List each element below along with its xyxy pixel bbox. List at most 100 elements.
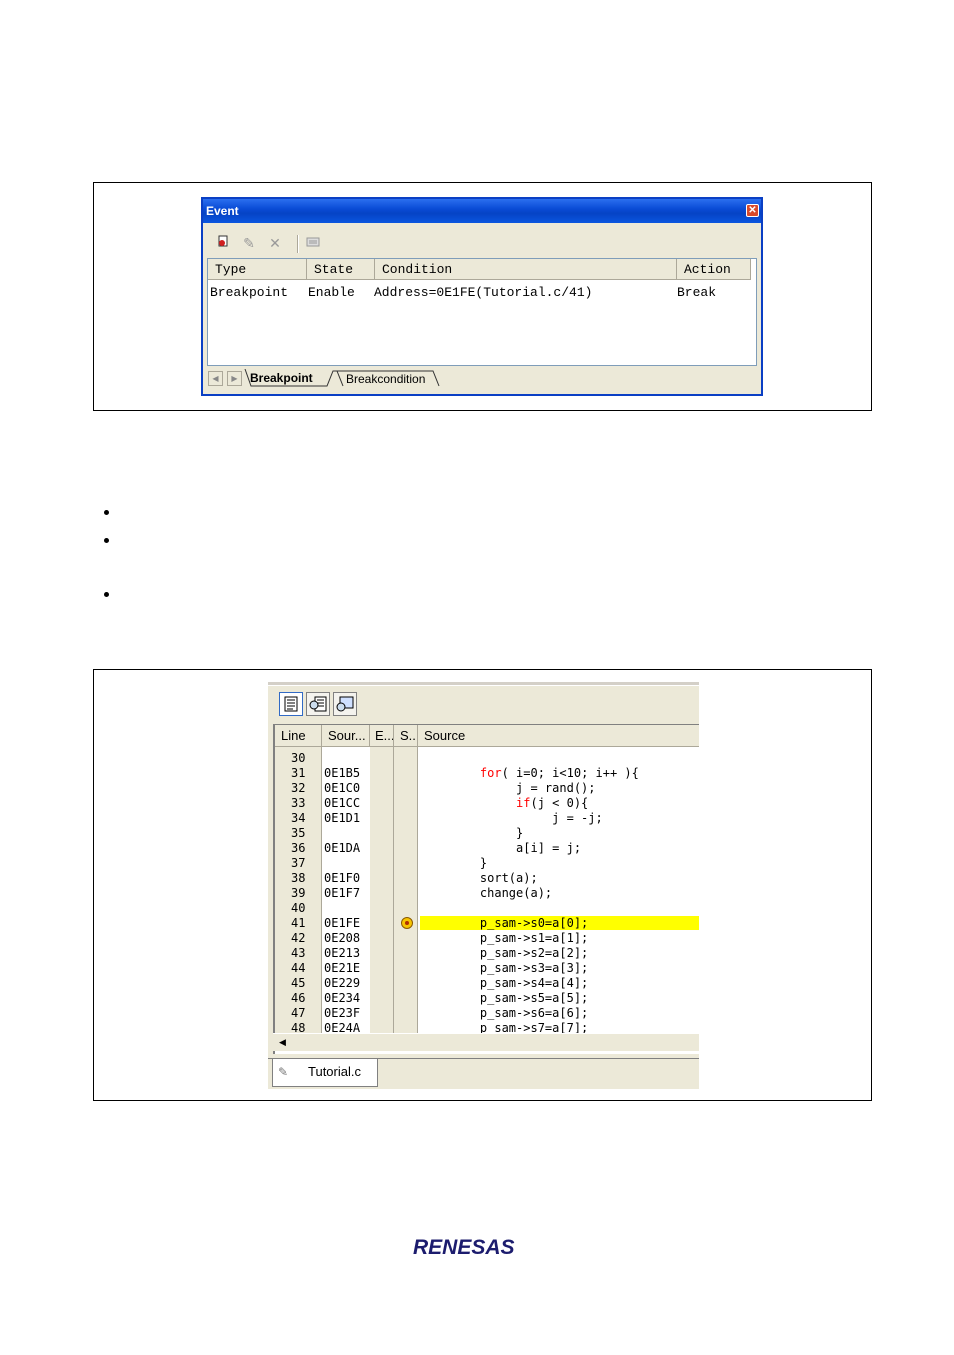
source-address: 0E1DA — [324, 841, 361, 855]
source-code: p_sam->s2=a[2]; — [451, 946, 589, 960]
edit-icon[interactable]: ✎ — [239, 233, 259, 253]
cell-action[interactable]: Break — [677, 285, 716, 301]
source-editor-window: Line Sour... E... S... Source 30 31 0E1B5 … — [268, 682, 699, 1089]
column-header-status[interactable]: S... — [394, 725, 418, 747]
tab-label: Tutorial.c — [308, 1064, 361, 1079]
tab-breakcondition[interactable]: Breakcondition — [346, 370, 425, 388]
scroll-left-arrow-icon[interactable]: ◀ — [275, 1035, 290, 1050]
keyword: if — [516, 796, 531, 810]
column-header-type[interactable]: Type — [208, 259, 307, 280]
source-address: 0E1FE — [324, 916, 361, 930]
code-row[interactable]: 30 — [275, 751, 699, 766]
source-address: 0E1CC — [324, 796, 361, 810]
line-number: 45 — [291, 976, 306, 990]
source-code: p_sam->s0=a[0]; — [451, 916, 589, 930]
tab-tutorial-c[interactable]: ✎ Tutorial.c — [272, 1059, 378, 1087]
line-number: 40 — [291, 901, 306, 915]
column-header-line[interactable]: Line — [275, 725, 322, 747]
code-row[interactable]: 47 0E23F p_sam->s6=a[6]; — [275, 1006, 699, 1021]
column-header-source[interactable]: Source — [418, 725, 699, 747]
delete-icon[interactable]: ✕ — [265, 233, 285, 253]
source-code: for( i=0; i<10; i++ ){ — [479, 766, 639, 780]
column-header-condition[interactable]: Condition — [375, 259, 677, 280]
code-row[interactable]: 32 0E1C0 j = rand(); — [275, 781, 699, 796]
tab-scroll-right-icon[interactable]: ▶ — [227, 371, 242, 386]
line-number: 33 — [291, 796, 306, 810]
source-address: 0E1C0 — [324, 781, 361, 795]
file-tab-icon: ✎ — [278, 1065, 289, 1079]
renesas-logo: RENESAS — [413, 1236, 515, 1259]
line-number: 36 — [291, 841, 306, 855]
window-title: Event — [206, 204, 239, 218]
line-number: 43 — [291, 946, 306, 960]
code-row[interactable]: 38 0E1F0 sort(a); — [275, 871, 699, 886]
line-number: 31 — [291, 766, 306, 780]
program-counter-breakpoint-icon[interactable] — [401, 917, 413, 929]
source-code: p_sam->s5=a[5]; — [451, 991, 589, 1005]
source-address: 0E234 — [324, 991, 361, 1005]
line-number: 47 — [291, 1006, 306, 1020]
code-row[interactable]: 35 } — [275, 826, 699, 841]
source-code: } — [451, 856, 488, 870]
cell-condition[interactable]: Address=0E1FE(Tutorial.c/41) — [374, 285, 592, 301]
keyword: for — [479, 766, 502, 780]
mixed-mode-icon[interactable] — [306, 692, 330, 716]
code-row[interactable]: 40 — [275, 901, 699, 916]
code-row[interactable]: 46 0E234 p_sam->s5=a[5]; — [275, 991, 699, 1006]
source-mode-icon[interactable] — [279, 692, 303, 716]
window-title-bar[interactable]: Event ✕ — [203, 199, 761, 223]
horizontal-scrollbar[interactable]: ◀ — [273, 1033, 699, 1051]
editor-tab-bar: ✎ Tutorial.c — [268, 1058, 699, 1089]
editor-pane[interactable]: Line Sour... E... S... Source 30 31 0E1B5 … — [273, 724, 699, 1054]
bullet-point — [104, 538, 109, 543]
code-row[interactable]: 36 0E1DA a[i] = j; — [275, 841, 699, 856]
source-code: p_sam->s1=a[1]; — [451, 931, 589, 945]
source-address: 0E1F0 — [324, 871, 361, 885]
code-row[interactable]: 34 0E1D1 j = -j; — [275, 811, 699, 826]
line-number: 32 — [291, 781, 306, 795]
column-header-source-address[interactable]: Sour... — [322, 725, 370, 747]
code-row[interactable]: 42 0E208 p_sam->s1=a[1]; — [275, 931, 699, 946]
code-row[interactable]: 43 0E213 p_sam->s2=a[2]; — [275, 946, 699, 961]
editor-top-border — [268, 682, 699, 686]
tab-breakpoint[interactable]: Breakpoint — [250, 369, 313, 387]
code-row[interactable]: 37 } — [275, 856, 699, 871]
event-tab-bar: ◀ ▶ Breakpoint Breakcondition — [207, 369, 757, 389]
source-code: p_sam->s3=a[3]; — [451, 961, 589, 975]
properties-icon[interactable] — [303, 233, 323, 253]
cell-type[interactable]: Breakpoint — [210, 285, 288, 301]
event-toolbar: ✎ ✕ — [209, 233, 749, 255]
column-header-action[interactable]: Action — [677, 259, 751, 280]
breakpoint-list[interactable]: Type State Condition Action Breakpoint E… — [207, 258, 757, 366]
tab-scroll-left-icon[interactable]: ◀ — [208, 371, 223, 386]
source-address: 0E1D1 — [324, 811, 361, 825]
line-number: 35 — [291, 826, 306, 840]
line-number: 42 — [291, 931, 306, 945]
disassembly-mode-icon[interactable] — [333, 692, 357, 716]
column-header-state[interactable]: State — [307, 259, 375, 280]
toolbar-separator — [297, 235, 299, 253]
line-number: 39 — [291, 886, 306, 900]
code-row[interactable]: 44 0E21E p_sam->s3=a[3]; — [275, 961, 699, 976]
line-number: 41 — [291, 916, 306, 930]
line-number: 46 — [291, 991, 306, 1005]
cell-state[interactable]: Enable — [308, 285, 355, 301]
line-number: 30 — [291, 751, 306, 765]
source-address: 0E1F7 — [324, 886, 361, 900]
source-address: 0E21E — [324, 961, 361, 975]
code-row[interactable]: 41 0E1FE p_sam->s0=a[0]; — [275, 916, 699, 931]
code-row[interactable]: 31 0E1B5 for( i=0; i<10; i++ ){ — [275, 766, 699, 781]
code-row[interactable]: 33 0E1CC if(j < 0){ — [275, 796, 699, 811]
code-row[interactable]: 39 0E1F7 change(a); — [275, 886, 699, 901]
code-row[interactable]: 45 0E229 p_sam->s4=a[4]; — [275, 976, 699, 991]
new-breakpoint-icon[interactable] — [213, 233, 233, 253]
source-address: 0E213 — [324, 946, 361, 960]
close-icon[interactable]: ✕ — [746, 204, 759, 217]
source-code: p_sam->s6=a[6]; — [451, 1006, 589, 1020]
line-number: 44 — [291, 961, 306, 975]
source-code: j = rand(); — [451, 781, 596, 795]
column-header-event[interactable]: E... — [370, 725, 394, 747]
source-address: 0E208 — [324, 931, 361, 945]
source-address: 0E23F — [324, 1006, 361, 1020]
source-code: p_sam->s4=a[4]; — [451, 976, 589, 990]
